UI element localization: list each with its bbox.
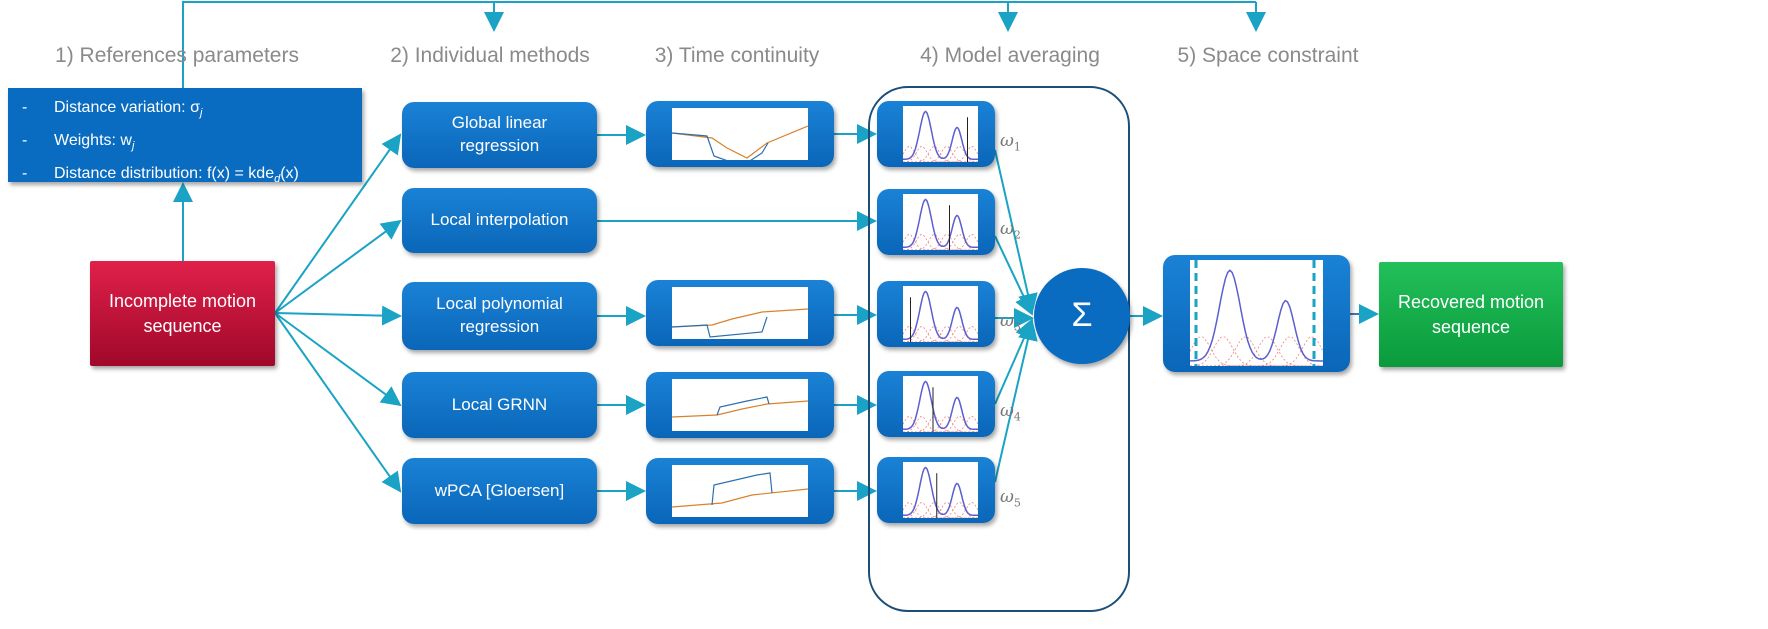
kde-plot	[903, 106, 978, 162]
kde-box	[877, 371, 995, 437]
kde-plot	[903, 376, 978, 432]
method-local-interpolation: Local interpolation	[402, 188, 597, 253]
trajectory-plot	[672, 108, 808, 160]
kde-plot	[903, 286, 978, 342]
heading-averaging: 4) Model averaging	[920, 44, 1100, 67]
trajectory-plot	[672, 287, 808, 339]
reference-parameters-box: - Distance variation: σj - Weights: wj - Di…	[8, 88, 362, 186]
method-wpca: wPCA [Gloersen]	[402, 458, 597, 524]
time-continuity-box	[646, 101, 834, 167]
sum-node: Σ	[1034, 268, 1130, 364]
kde-plot	[903, 462, 978, 518]
weight-label: ω2	[1000, 219, 1021, 242]
heading-references: 1) References parameters	[55, 44, 299, 67]
time-continuity-box	[646, 372, 834, 438]
kde-box	[877, 101, 995, 167]
constrained-kde-plot	[1190, 260, 1323, 366]
kde-box	[877, 189, 995, 255]
method-local-polynomial: Local polynomial regression	[402, 282, 597, 350]
space-constraint-box	[1163, 255, 1350, 372]
input-box: Incomplete motion sequence	[90, 261, 275, 366]
heading-time: 3) Time continuity	[654, 44, 820, 67]
param-item: - Distance distribution: f(x) = kded(x)	[22, 165, 299, 186]
weight-label: ω5	[1000, 487, 1021, 510]
heading-space: 5) Space constraint	[1177, 44, 1359, 67]
heading-methods: 2) Individual methods	[390, 44, 590, 67]
method-global-linear: Global linear regression	[402, 102, 597, 168]
time-continuity-box	[646, 280, 834, 346]
output-box: Recovered motion sequence	[1379, 262, 1563, 367]
kde-plot	[903, 194, 978, 250]
trajectory-plot	[672, 379, 808, 431]
kde-box	[877, 457, 995, 523]
weight-label: ω3	[1000, 311, 1021, 334]
trajectory-plot	[672, 465, 808, 517]
weight-label: ω4	[1000, 401, 1021, 424]
param-item: - Weights: wj	[22, 132, 135, 153]
weight-label: ω1	[1000, 131, 1021, 154]
kde-box	[877, 281, 995, 347]
method-local-grnn: Local GRNN	[402, 372, 597, 438]
time-continuity-box	[646, 458, 834, 524]
param-item: - Distance variation: σj	[22, 99, 203, 120]
